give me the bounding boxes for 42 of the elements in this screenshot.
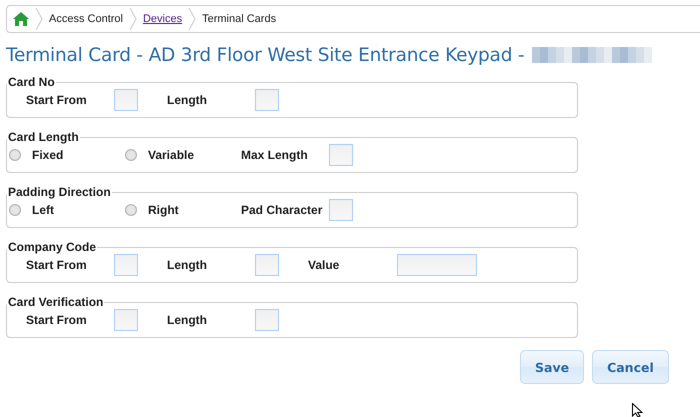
chevron-icon [188, 8, 196, 30]
page-title: Terminal Card - AD 3rd Floor West Site Entrance Keypad - [6, 44, 524, 66]
field-label: Length [167, 258, 208, 272]
field-label: Pad Character [241, 203, 324, 217]
input-field[interactable] [329, 144, 353, 166]
input-field[interactable] [114, 309, 138, 331]
section-legend: Card No [7, 75, 56, 89]
input-field[interactable] [255, 89, 279, 111]
save-button[interactable]: Save [520, 350, 584, 384]
section-legend: Padding Direction [7, 185, 112, 199]
radio-label: Fixed [32, 148, 64, 162]
radio-button[interactable] [9, 149, 21, 161]
breadcrumb-link[interactable]: Devices [142, 13, 182, 25]
input-field[interactable] [255, 309, 279, 331]
field-label: Start From [26, 258, 88, 272]
input-field[interactable] [397, 254, 477, 276]
input-field[interactable] [329, 199, 353, 221]
field-label: Value [308, 258, 340, 272]
chevron-icon [35, 8, 43, 30]
section-legend: Card Verification [7, 295, 104, 309]
section-legend: Company Code [7, 240, 98, 254]
radio-button[interactable] [125, 204, 137, 216]
field-label: Length [167, 93, 208, 107]
field-label: Start From [26, 313, 88, 327]
field-label: Max Length [241, 148, 309, 162]
field-label: Start From [26, 93, 88, 107]
section-legend: Card Length [7, 130, 80, 144]
input-field[interactable] [114, 89, 138, 111]
radio-button[interactable] [9, 204, 21, 216]
radio-label: Variable [148, 148, 196, 162]
radio-label: Right [148, 203, 180, 217]
input-field[interactable] [114, 254, 138, 276]
breadcrumb-item: Terminal Cards [202, 13, 276, 25]
cancel-button[interactable]: Cancel [592, 350, 669, 384]
input-field[interactable] [255, 254, 279, 276]
field-label: Length [167, 313, 208, 327]
home-icon[interactable] [13, 12, 29, 26]
chevron-icon [128, 8, 137, 30]
radio-button[interactable] [125, 149, 137, 161]
radio-label: Left [32, 203, 55, 217]
breadcrumb-item: Access Control [49, 13, 123, 25]
mouse-pointer-icon [632, 403, 644, 417]
